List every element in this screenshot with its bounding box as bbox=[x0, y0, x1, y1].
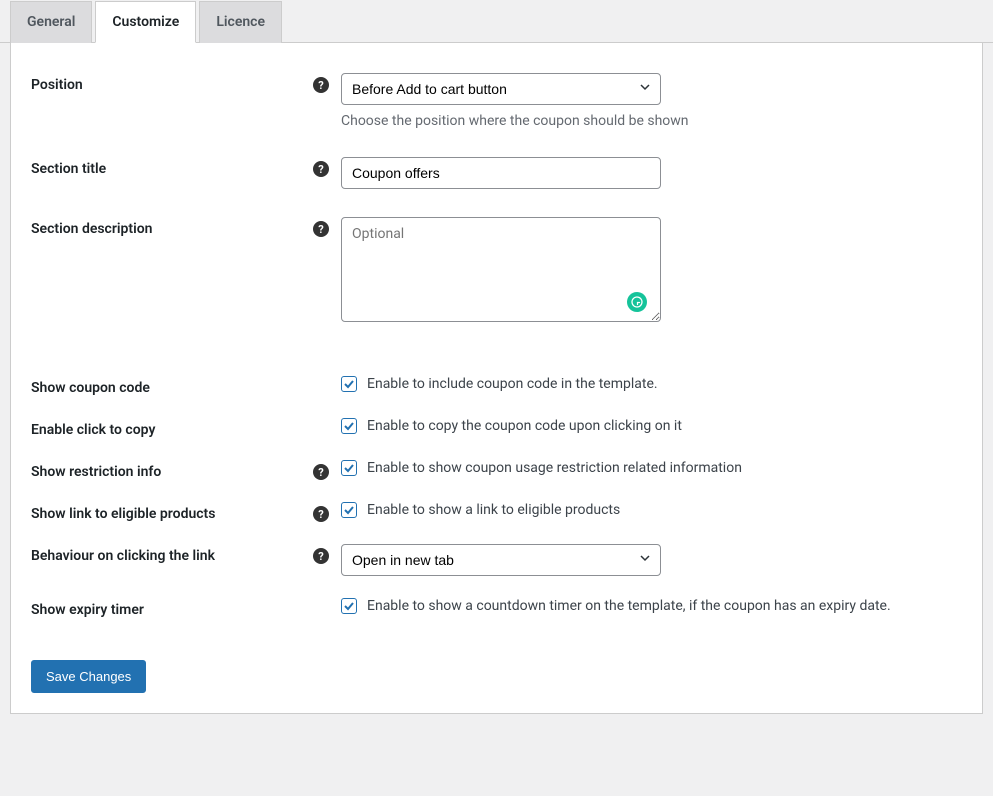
expiry-timer-desc: Enable to show a countdown timer on the … bbox=[367, 598, 891, 614]
help-icon[interactable]: ? bbox=[313, 464, 329, 480]
help-icon[interactable]: ? bbox=[313, 548, 329, 564]
click-to-copy-checkbox[interactable] bbox=[341, 418, 357, 434]
position-select[interactable]: Before Add to cart button bbox=[341, 73, 661, 105]
position-description: Choose the position where the coupon sho… bbox=[341, 113, 962, 129]
label-section-description: Section description bbox=[31, 221, 313, 237]
tab-general[interactable]: General bbox=[10, 1, 92, 43]
label-expiry-timer: Show expiry timer bbox=[31, 602, 313, 618]
help-icon[interactable]: ? bbox=[313, 506, 329, 522]
label-section-title: Section title bbox=[31, 161, 313, 177]
row-section-title: Section title ? bbox=[31, 157, 962, 189]
row-position: Position ? Before Add to cart button Cho… bbox=[31, 73, 962, 129]
label-show-coupon-code: Show coupon code bbox=[31, 380, 313, 396]
restriction-info-desc: Enable to show coupon usage restriction … bbox=[367, 460, 742, 476]
restriction-info-checkbox[interactable] bbox=[341, 460, 357, 476]
row-section-description: Section description ? bbox=[31, 217, 962, 326]
tab-customize[interactable]: Customize bbox=[95, 1, 196, 43]
label-click-to-copy: Enable click to copy bbox=[31, 422, 313, 438]
save-button[interactable]: Save Changes bbox=[31, 660, 146, 693]
grammarly-icon[interactable] bbox=[627, 292, 647, 312]
label-restriction-info: Show restriction info bbox=[31, 464, 313, 480]
row-eligible-link: Show link to eligible products ? Enable … bbox=[31, 502, 962, 522]
row-expiry-timer: Show expiry timer Enable to show a count… bbox=[31, 598, 962, 618]
label-eligible-link: Show link to eligible products bbox=[31, 506, 313, 522]
row-restriction-info: Show restriction info ? Enable to show c… bbox=[31, 460, 962, 480]
eligible-link-checkbox[interactable] bbox=[341, 502, 357, 518]
settings-panel: Position ? Before Add to cart button Cho… bbox=[10, 43, 983, 714]
label-behaviour-link: Behaviour on clicking the link bbox=[31, 548, 313, 564]
click-to-copy-desc: Enable to copy the coupon code upon clic… bbox=[367, 418, 682, 434]
help-icon[interactable]: ? bbox=[313, 77, 329, 93]
help-icon[interactable]: ? bbox=[313, 221, 329, 237]
row-behaviour-link: Behaviour on clicking the link ? Open in… bbox=[31, 544, 962, 576]
row-click-to-copy: Enable click to copy Enable to copy the … bbox=[31, 418, 962, 438]
row-show-coupon-code: Show coupon code Enable to include coupo… bbox=[31, 376, 962, 396]
tab-licence[interactable]: Licence bbox=[199, 1, 282, 43]
eligible-link-desc: Enable to show a link to eligible produc… bbox=[367, 502, 620, 518]
tab-bar: General Customize Licence bbox=[0, 0, 993, 43]
show-coupon-code-desc: Enable to include coupon code in the tem… bbox=[367, 376, 658, 392]
expiry-timer-checkbox[interactable] bbox=[341, 598, 357, 614]
label-position: Position bbox=[31, 77, 313, 93]
show-coupon-code-checkbox[interactable] bbox=[341, 376, 357, 392]
help-icon[interactable]: ? bbox=[313, 161, 329, 177]
section-title-input[interactable] bbox=[341, 157, 661, 189]
section-description-textarea[interactable] bbox=[341, 217, 661, 322]
behaviour-link-select[interactable]: Open in new tab bbox=[341, 544, 661, 576]
